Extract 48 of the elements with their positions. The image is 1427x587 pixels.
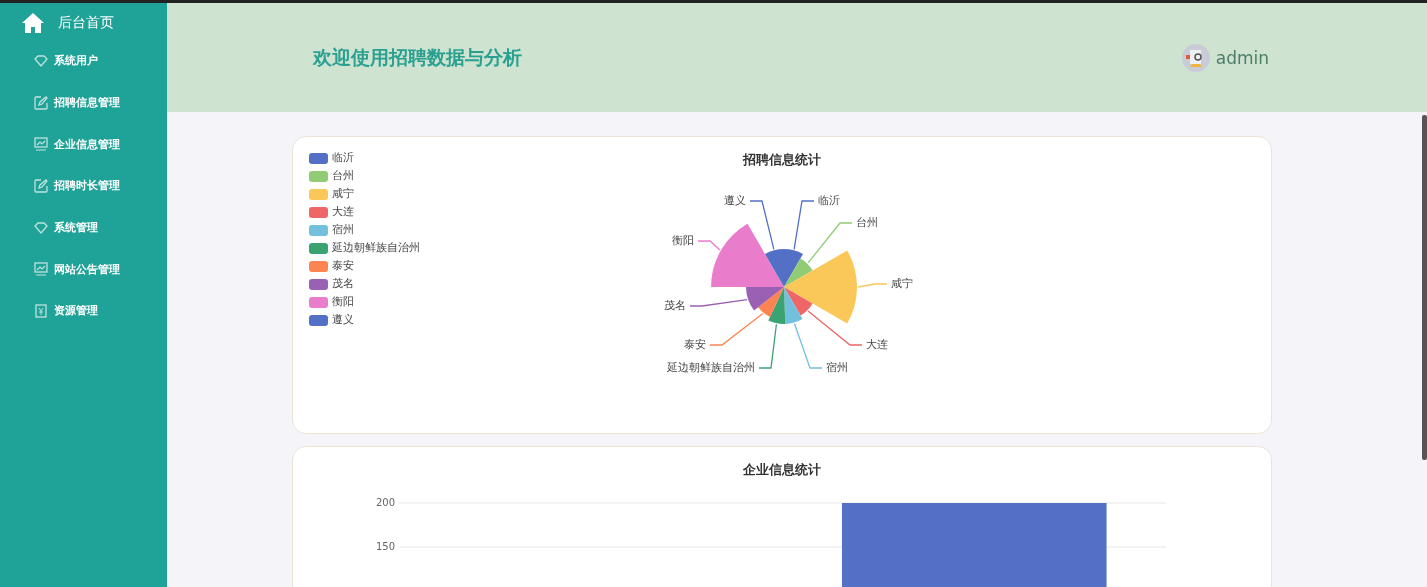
page-title: 欢迎使用招聘数据与分析 [313,44,522,70]
slice-label: 遵义 [724,194,746,207]
sidebar-item[interactable]: 后台首页 [0,10,167,36]
sidebar-item[interactable]: 系统用户 [0,40,167,82]
diamond-icon [34,54,48,67]
slice-label: 衡阳 [672,234,694,247]
username[interactable]: admin [1215,47,1269,68]
chart-title: 招聘信息统计 [743,151,821,169]
diamond-icon [34,221,48,234]
slice-label: 台州 [856,216,878,229]
legend-label: 延边朝鲜族自治州 [332,241,420,255]
monitor-icon [34,137,48,152]
slice-label: 宿州 [826,361,848,374]
chart-title: 企业信息统计 [743,461,821,479]
sidebar-item[interactable]: 招聘信息管理 [0,81,167,124]
legend-label: 衡阳 [332,295,354,309]
axis-tick-label: 150 [375,541,395,552]
leader-line [697,240,721,251]
slice-label: 延边朝鲜族自治州 [667,361,755,374]
sidebar-item[interactable]: 招聘时长管理 [0,165,167,207]
legend-label: 临沂 [332,151,354,165]
slice-label: 大连 [866,338,888,351]
sidebar-item[interactable]: 资源管理 [0,290,167,332]
slice-label: 咸宁 [891,277,913,290]
home-icon [22,13,44,33]
slice-label: 茂名 [664,299,686,312]
legend-label: 宿州 [332,223,354,237]
legend-label: 遵义 [332,313,354,327]
legend-label: 泰安 [332,259,354,273]
leader-line [857,283,888,288]
legend-label: 大连 [332,205,354,219]
avatar-icon[interactable] [1181,43,1210,72]
slice-label: 泰安 [684,338,706,351]
document-icon [34,303,48,318]
leader-line [749,200,775,250]
legend-label: 台州 [332,169,354,183]
monitor-icon [34,262,48,277]
legend-label: 茂名 [332,277,354,291]
sidebar-item[interactable]: 企业信息管理 [0,123,167,166]
sidebar-item[interactable]: 网站公告管理 [0,248,167,291]
leader-line [689,299,748,307]
legend-label: 咸宁 [332,187,354,201]
edit-icon [34,178,48,193]
slice-label: 临沂 [818,194,840,207]
scrollbar[interactable] [1422,115,1427,460]
axis-tick-label: 200 [375,497,395,508]
sidebar-item[interactable]: 系统管理 [0,206,167,249]
edit-icon [34,95,48,110]
